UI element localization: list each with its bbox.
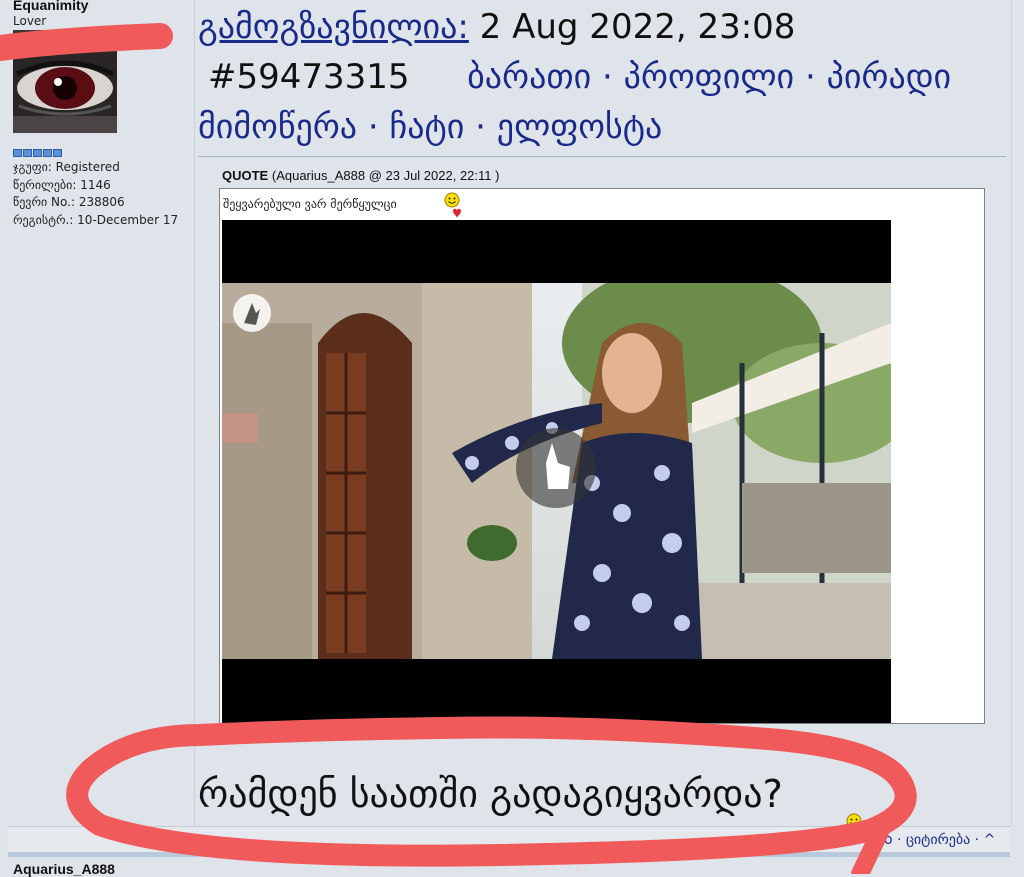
quote-action[interactable]: ციტირება	[906, 832, 970, 848]
link-separator: ·	[367, 107, 379, 147]
avatar	[13, 30, 117, 133]
top-action[interactable]: ^	[984, 832, 996, 848]
action-separator: ·	[897, 832, 902, 848]
video-frame	[222, 283, 891, 659]
rank-pips	[13, 149, 62, 157]
author-registered: რეგისტრ.: 10-December 17	[13, 213, 179, 227]
post-id: #59473315	[208, 57, 410, 97]
action-separator: ·	[974, 832, 980, 848]
rank-pip	[43, 149, 52, 157]
rank-pip	[53, 149, 62, 157]
reply-text: რამდენ საათში გადაგიყვარდა?	[198, 772, 783, 816]
chat-link[interactable]: ჩატი	[389, 107, 464, 147]
next-post-author[interactable]: Aquarius_A888	[13, 861, 115, 877]
quote-box: შეყვარებული ვარ მერწყულცი	[219, 188, 985, 724]
post-header: გამოგზავნილია: 2 Aug 2022, 23:08 #594733…	[198, 2, 1006, 152]
author-member-no: წევრი No.: 238806	[13, 195, 125, 209]
private-link[interactable]: პირადი	[827, 57, 952, 97]
author-post-count: წერილები: 1146	[13, 178, 111, 192]
profile-link[interactable]: პროფილი	[624, 57, 795, 97]
smiley-heart-icon	[444, 192, 461, 218]
post-separator	[8, 852, 1010, 857]
email-link[interactable]: ელფოსტა	[497, 107, 663, 147]
quote-text: შეყვარებული ვარ მერწყულცი	[223, 197, 397, 211]
rank-pip	[13, 149, 22, 157]
quote-label: QUOTE	[222, 168, 269, 183]
rank-pip	[23, 149, 32, 157]
post-footer	[8, 826, 1010, 853]
author-name[interactable]: Equanimity	[13, 0, 88, 13]
truncated-action[interactable]: o	[884, 832, 893, 848]
quote-header: QUOTE (Aquarius_A888 @ 23 Jul 2022, 22:1…	[222, 168, 499, 183]
post-actions: o · ციტირება · ^	[884, 832, 995, 848]
header-divider	[198, 156, 1006, 157]
link-separator: ·	[475, 107, 486, 147]
card-link[interactable]: ბარათი	[467, 57, 591, 97]
author-rank: Lover	[13, 14, 47, 28]
post-date: 2 Aug 2022, 23:08	[479, 7, 796, 47]
rank-pip	[33, 149, 42, 157]
author-group: ჯგუფი: Registered	[13, 160, 120, 174]
link-separator: ·	[804, 57, 816, 97]
quote-meta: (Aquarius_A888 @ 23 Jul 2022, 22:11 )	[271, 168, 500, 183]
embedded-video[interactable]	[222, 220, 891, 723]
messaging-link[interactable]: მიმოწერა	[198, 107, 357, 147]
posted-label-link[interactable]: გამოგზავნილია:	[198, 7, 469, 47]
link-separator: ·	[602, 57, 613, 97]
